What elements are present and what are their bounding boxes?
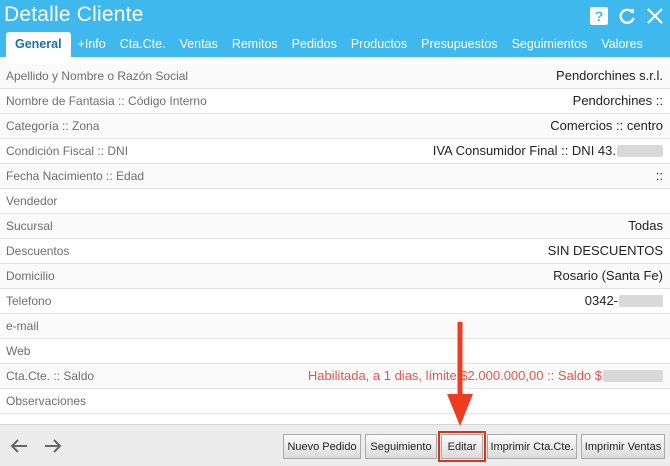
redacted-block [603,369,663,382]
help-icon[interactable]: ? [588,5,610,27]
field-row-fantasia: Nombre de Fantasia :: Código Interno Pen… [0,89,670,114]
field-value-text: 0342- [584,293,618,308]
field-label: Apellido y Nombre o Razón Social [6,69,189,83]
field-value: Rosario (Santa Fe) [553,268,663,283]
tab-general[interactable]: General [6,32,71,57]
tab-bar: General +Info Cta.Cte. Ventas Remitos Pe… [0,32,670,57]
tab-productos[interactable]: Productos [344,32,414,57]
tab-cta-cte[interactable]: Cta.Cte. [113,32,173,57]
field-row-condicion-fiscal: Condición Fiscal :: DNI IVA Consumidor F… [0,139,670,164]
tab-seguimientos[interactable]: Seguimientos [505,32,595,57]
field-row-cta-cte-saldo: Cta.Cte. :: Saldo Habilitada, a 1 dias, … [0,364,670,389]
editar-button[interactable]: Editar [438,431,486,462]
field-row-domicilio: Domicilio Rosario (Santa Fe) [0,264,670,289]
field-label: Observaciones [6,394,87,408]
field-value-text: IVA Consumidor Final :: DNI 43. [432,143,616,158]
refresh-icon[interactable] [616,5,638,27]
field-label: Fecha Nacimiento :: Edad [6,169,145,183]
window-title: Detalle Cliente [4,3,144,26]
footer-toolbar: Nuevo Pedido Seguimiento Editar Imprimir… [0,424,670,466]
field-value: Pendorchines :: [572,93,663,108]
tab-presupuestos[interactable]: Presupuestos [414,32,504,57]
field-label: Domicilio [6,269,55,283]
redacted-block [619,294,663,307]
header-actions: ? [588,5,666,27]
field-row-email: e-mail [0,314,670,339]
field-row-web: Web [0,339,670,364]
field-label: Cta.Cte. :: Saldo [6,369,95,383]
field-row-observaciones: Observaciones [0,389,670,414]
back-arrow-icon[interactable] [6,433,32,459]
field-row-fecha-nacimiento: Fecha Nacimiento :: Edad :: [0,164,670,189]
redacted-block [617,144,663,157]
close-icon[interactable] [644,5,666,27]
svg-text:?: ? [595,8,604,24]
field-label: Telefono [6,294,52,308]
field-value: Todas [628,218,663,233]
field-label: Vendedor [6,194,58,208]
nuevo-pedido-button[interactable]: Nuevo Pedido [283,434,361,459]
tab-pedidos[interactable]: Pedidos [285,32,344,57]
field-row-sucursal: Sucursal Todas [0,214,670,239]
field-label: Condición Fiscal :: DNI [6,144,129,158]
field-label: e-mail [6,319,39,333]
tab-ventas[interactable]: Ventas [173,32,225,57]
forward-arrow-icon[interactable] [40,433,66,459]
field-value: :: [655,168,663,183]
client-details: Apellido y Nombre o Razón Social Pendorc… [0,64,670,414]
seguimiento-button[interactable]: Seguimiento [365,434,437,459]
field-row-categoria: Categoría :: Zona Comercios :: centro [0,114,670,139]
field-label: Nombre de Fantasia :: Código Interno [6,94,207,108]
tab-info[interactable]: +Info [71,32,113,57]
annotation-arrow-icon [447,322,473,426]
field-row-telefono: Telefono 0342- [0,289,670,314]
tab-remitos[interactable]: Remitos [225,32,285,57]
imprimir-cta-cte-button[interactable]: Imprimir Cta.Cte. [487,434,577,459]
field-label: Sucursal [6,219,53,233]
field-label: Categoría :: Zona [6,119,100,133]
window-header: Detalle Cliente ? General +Info Cta.Cte.… [0,0,670,57]
field-value: IVA Consumidor Final :: DNI 43. [433,143,663,158]
field-value: Comercios :: centro [550,118,663,133]
field-row-razon-social: Apellido y Nombre o Razón Social Pendorc… [0,64,670,89]
field-row-descuentos: Descuentos SIN DESCUENTOS [0,239,670,264]
field-value: Pendorchines s.r.l. [556,68,663,83]
field-label: Descuentos [6,244,70,258]
field-value: SIN DESCUENTOS [547,243,663,258]
action-buttons: Nuevo Pedido Seguimiento Editar Imprimir… [283,431,665,462]
tab-valores[interactable]: Valores [594,32,649,57]
field-value: Habilitada, a 1 dias, límite $2.000.000,… [308,368,663,383]
imprimir-ventas-button[interactable]: Imprimir Ventas [581,434,665,459]
field-value: 0342- [585,293,663,308]
field-label: Web [6,344,31,358]
field-row-vendedor: Vendedor [0,189,670,214]
